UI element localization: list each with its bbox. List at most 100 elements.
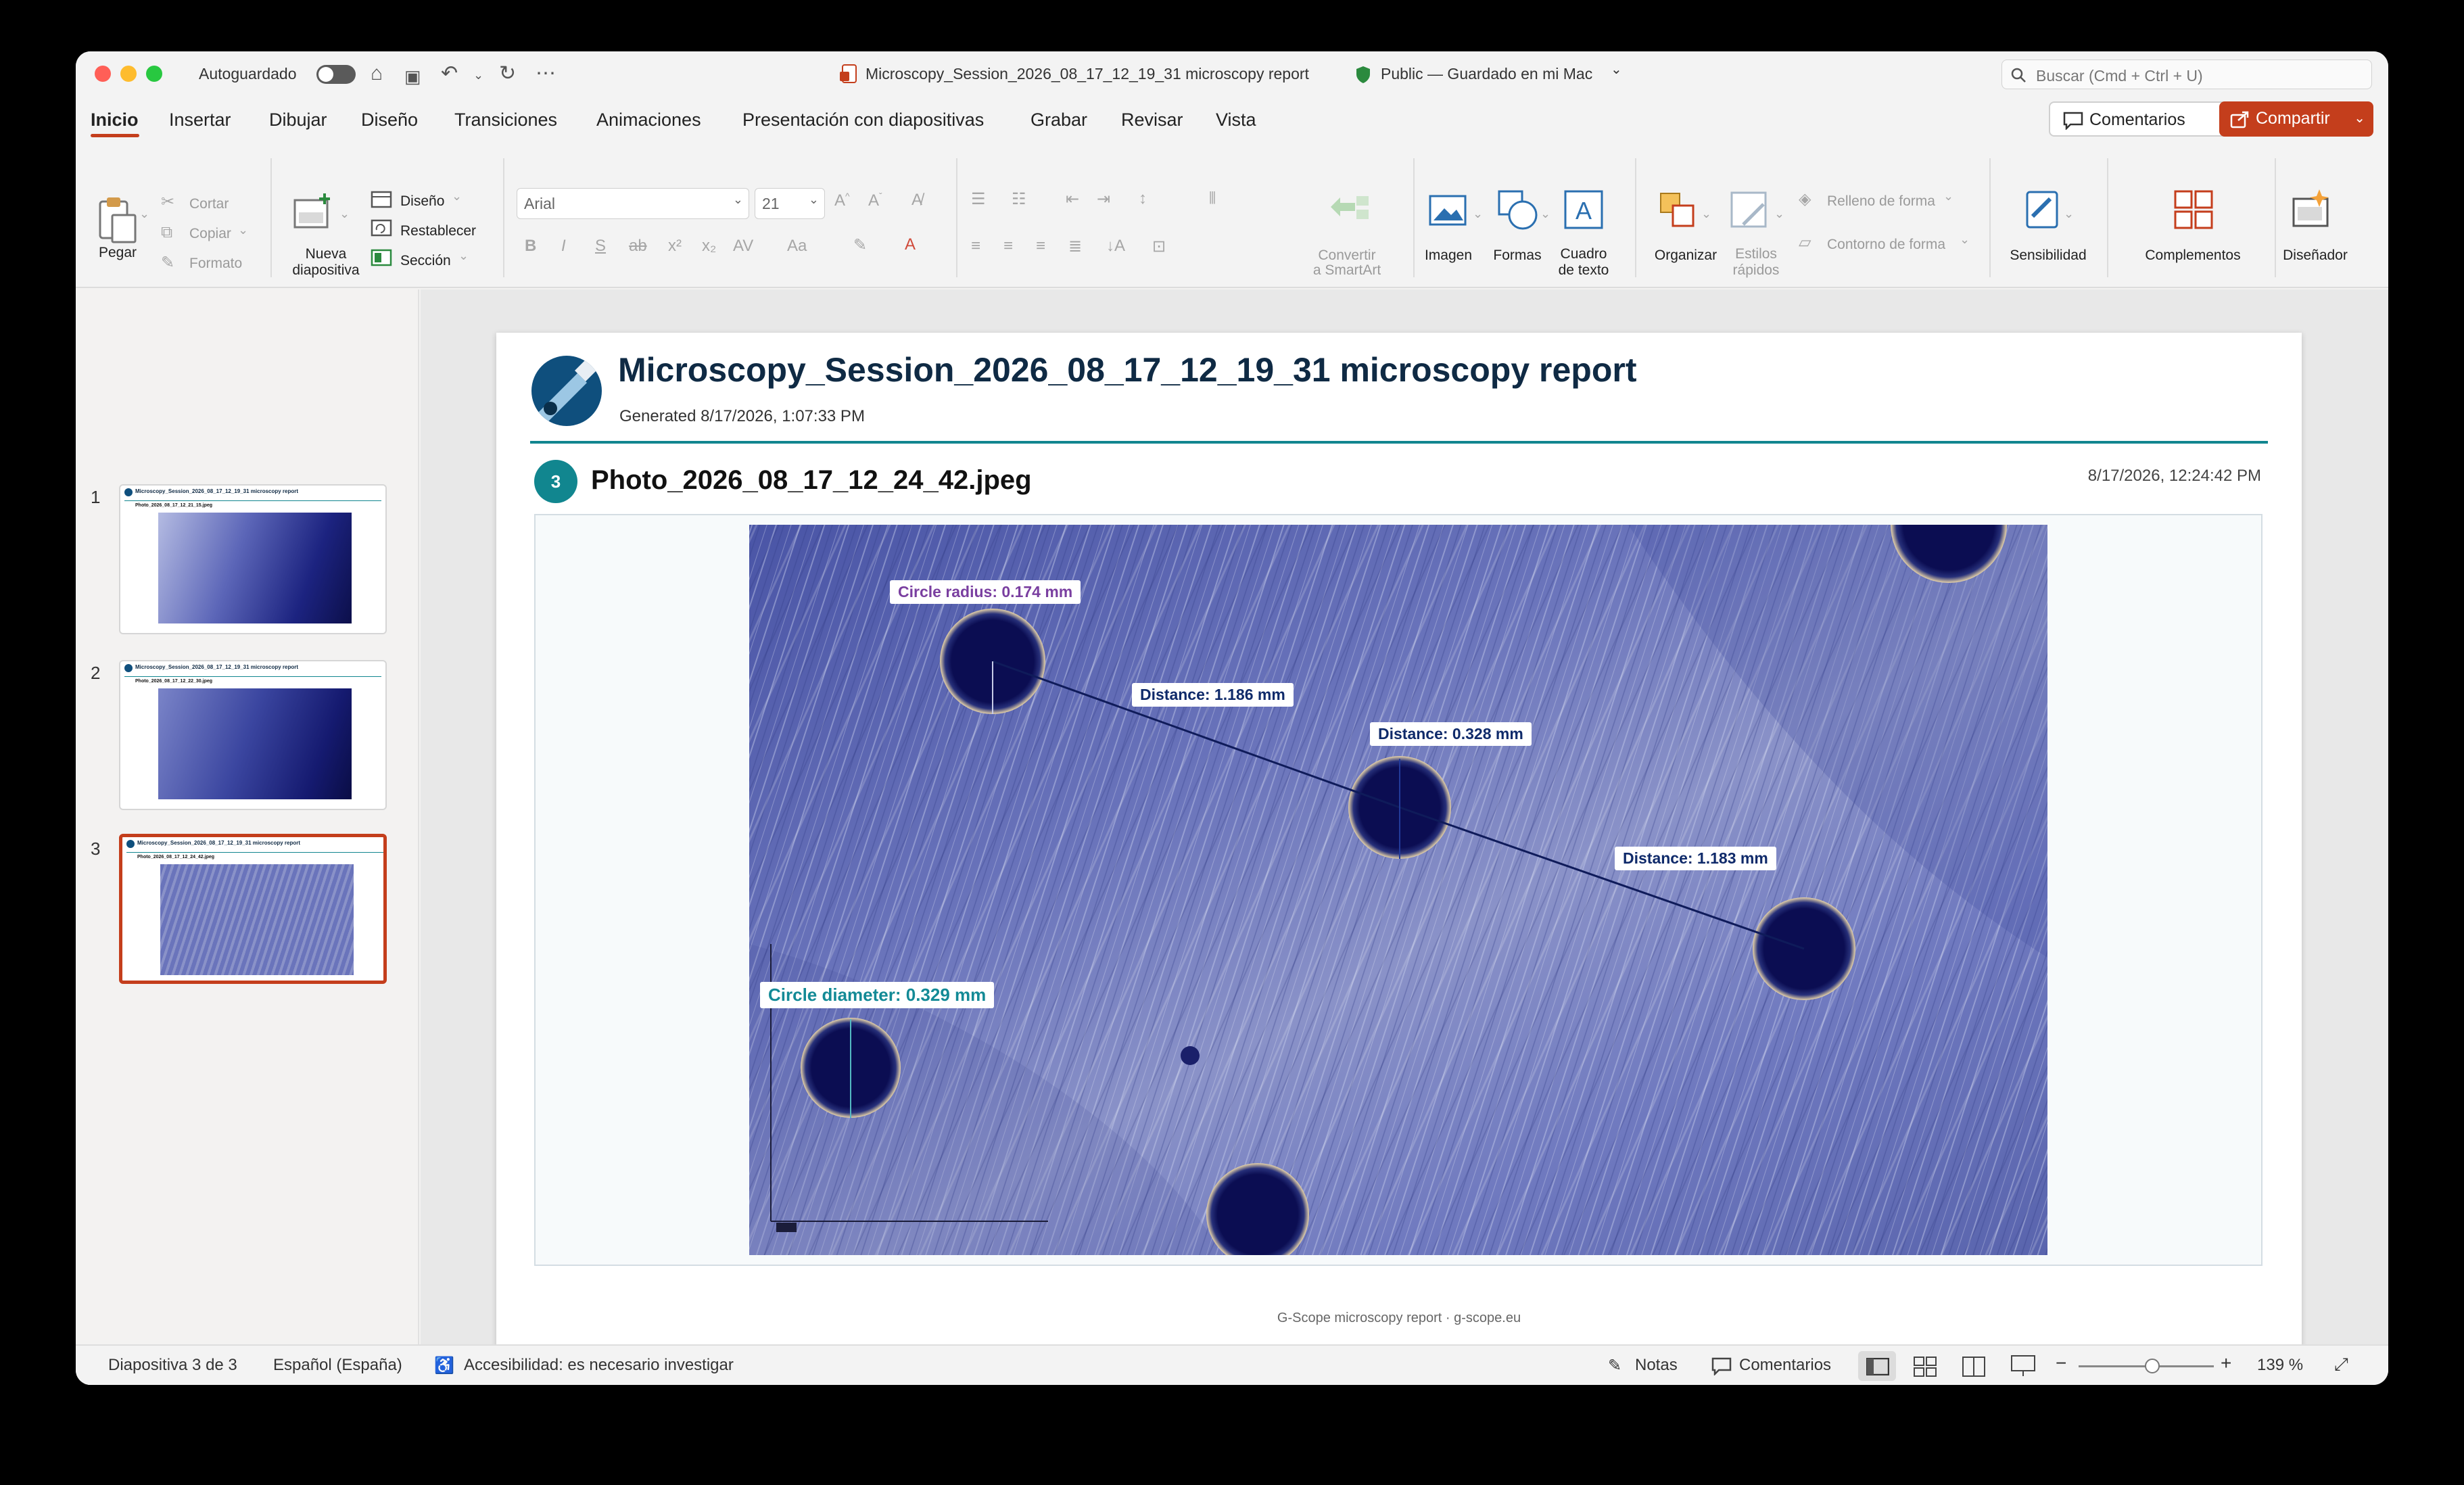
arrange-icon[interactable] [1658, 191, 1699, 231]
circle-diameter-label[interactable]: Circle diameter: 0.329 mm [760, 982, 995, 1008]
document-status[interactable]: Public — Guardado en mi Mac [1381, 65, 1592, 83]
paste-button[interactable]: Pegar [99, 245, 137, 261]
distance-label-1[interactable]: Distance: 1.186 mm [1132, 683, 1294, 707]
autosave-toggle[interactable] [316, 65, 356, 84]
fit-to-window-icon[interactable]: ⤢ [2334, 1354, 2348, 1375]
font-color-icon[interactable]: A [905, 235, 916, 254]
home-icon[interactable]: ⌂ [371, 61, 383, 87]
quick-styles-line2[interactable]: rápidos [1719, 262, 1793, 279]
shape-fill-button[interactable]: Relleno de forma [1827, 193, 1935, 210]
new-slide-icon[interactable] [292, 192, 335, 233]
layout-dropdown-icon[interactable]: ⌄ [452, 189, 462, 204]
layout-button[interactable]: Diseño [400, 193, 444, 210]
zoom-level[interactable]: 139 % [2257, 1356, 2303, 1375]
slide-thumbnail-1[interactable]: Microscopy_Session_2026_08_17_12_19_31 m… [119, 484, 387, 634]
addins-icon[interactable] [2173, 189, 2215, 231]
subscript-icon[interactable]: x₂ [702, 237, 716, 256]
bullets-icon[interactable]: ☰ [971, 189, 986, 209]
textbox-icon[interactable]: A [1563, 189, 1604, 230]
search-input[interactable]: Buscar (Cmd + Ctrl + U) [2036, 67, 2203, 85]
search-box[interactable]: Buscar (Cmd + Ctrl + U) [2001, 60, 2372, 89]
shape-outline-dropdown-icon[interactable]: ⌄ [1960, 233, 1970, 247]
clear-formatting-icon[interactable]: A̸ [911, 191, 922, 210]
align-center-icon[interactable]: ≡ [1003, 237, 1013, 256]
line-spacing-icon[interactable]: ↕ [1139, 189, 1147, 208]
convert-smartart-icon[interactable] [1328, 191, 1371, 225]
textbox-line2[interactable]: de texto [1550, 262, 1617, 279]
share-button[interactable]: Compartir ⌄ [2219, 101, 2373, 137]
align-right-icon[interactable]: ≡ [1036, 237, 1045, 256]
strikethrough-icon[interactable]: ab [629, 237, 647, 256]
language-indicator[interactable]: Español (España) [273, 1356, 402, 1375]
zoom-window-button[interactable] [146, 66, 162, 82]
zoom-in-button[interactable]: + [2221, 1352, 2231, 1374]
tab-insertar[interactable]: Insertar [169, 110, 231, 131]
sensitivity-icon[interactable] [2023, 189, 2061, 230]
tab-presentacion[interactable]: Presentación con diapositivas [742, 110, 984, 131]
arrange-dropdown-icon[interactable]: ⌄ [1701, 207, 1711, 221]
arrange-button[interactable]: Organizar [1649, 248, 1723, 264]
slide-3[interactable]: Microscopy_Session_2026_08_17_12_19_31 m… [496, 333, 2302, 1348]
save-icon[interactable]: ▣ [404, 64, 421, 89]
share-dropdown-icon[interactable]: ⌄ [2354, 101, 2365, 135]
normal-view-button[interactable] [1858, 1351, 1896, 1381]
paste-icon[interactable] [97, 195, 138, 243]
cut-button[interactable]: Cortar [189, 196, 229, 212]
new-slide-dropdown-icon[interactable]: ⌄ [339, 207, 350, 221]
increase-font-icon[interactable]: A^ [834, 191, 850, 210]
font-name-dropdown-icon[interactable]: ⌄ [733, 193, 743, 207]
slide-thumbnail-2[interactable]: Microscopy_Session_2026_08_17_12_19_31 m… [119, 660, 387, 810]
circle-radius-label[interactable]: Circle radius: 0.174 mm [890, 580, 1081, 604]
shape-fill-dropdown-icon[interactable]: ⌄ [1943, 189, 1953, 204]
justify-icon[interactable]: ≣ [1068, 237, 1082, 256]
convert-smartart-line1[interactable]: Convertir [1300, 248, 1394, 264]
new-slide-button-line2[interactable]: diapositiva [279, 262, 373, 279]
sensitivity-dropdown-icon[interactable]: ⌄ [2064, 207, 2074, 221]
tab-grabar[interactable]: Grabar [1030, 110, 1087, 131]
shapes-button[interactable]: Formas [1490, 248, 1544, 264]
tab-revisar[interactable]: Revisar [1121, 110, 1183, 131]
font-size-combo[interactable]: 21 ⌄ [755, 188, 825, 219]
change-case-icon[interactable]: Aa [787, 237, 807, 256]
font-size-dropdown-icon[interactable]: ⌄ [809, 193, 819, 207]
designer-icon[interactable] [2290, 188, 2333, 231]
more-icon[interactable]: ⋯ [536, 61, 556, 87]
copy-button[interactable]: Copiar [189, 226, 231, 242]
shapes-icon[interactable] [1497, 189, 1539, 230]
character-spacing-icon[interactable]: AV [733, 237, 753, 256]
image-icon[interactable] [1428, 192, 1469, 229]
image-dropdown-icon[interactable]: ⌄ [1473, 207, 1483, 221]
undo-dropdown-icon[interactable]: ⌄ [473, 62, 483, 88]
status-comments-button[interactable]: Comentarios [1739, 1356, 1831, 1375]
addins-button[interactable]: Complementos [2122, 248, 2264, 264]
zoom-out-button[interactable]: − [2056, 1352, 2066, 1374]
shape-outline-button[interactable]: Contorno de forma [1827, 237, 1945, 253]
format-painter-button[interactable]: Formato [189, 256, 242, 272]
reading-view-icon[interactable] [1962, 1357, 1985, 1377]
bold-icon[interactable]: B [525, 237, 536, 256]
convert-smartart-line2[interactable]: a SmartArt [1300, 262, 1394, 279]
numbering-icon[interactable]: ☷ [1012, 189, 1026, 209]
redo-icon[interactable]: ↻ [499, 61, 516, 87]
shapes-dropdown-icon[interactable]: ⌄ [1540, 207, 1550, 221]
tab-transiciones[interactable]: Transiciones [454, 110, 557, 131]
quick-styles-dropdown-icon[interactable]: ⌄ [1774, 207, 1784, 221]
slideshow-icon[interactable] [2011, 1355, 2035, 1377]
undo-icon[interactable]: ↶ [441, 61, 458, 87]
notes-button[interactable]: Notas [1635, 1356, 1678, 1375]
close-window-button[interactable] [95, 66, 111, 82]
font-name-combo[interactable]: Arial ⌄ [517, 188, 749, 219]
underline-icon[interactable]: S [595, 237, 606, 256]
distance-label-2[interactable]: Distance: 0.328 mm [1370, 722, 1532, 746]
superscript-icon[interactable]: x² [668, 237, 682, 256]
status-dropdown-icon[interactable]: ⌄ [1611, 61, 1622, 78]
italic-icon[interactable]: I [561, 237, 566, 256]
slide-thumbnail-3[interactable]: Microscopy_Session_2026_08_17_12_19_31 m… [119, 834, 387, 984]
quick-styles-line1[interactable]: Estilos [1719, 246, 1793, 262]
tab-dibujar[interactable]: Dibujar [269, 110, 327, 131]
decrease-indent-icon[interactable]: ⇤ [1066, 189, 1079, 209]
columns-icon[interactable]: ⫴ [1209, 189, 1216, 208]
accessibility-status[interactable]: Accesibilidad: es necesario investigar [464, 1356, 734, 1375]
tab-inicio[interactable]: Inicio [91, 110, 139, 131]
decrease-font-icon[interactable]: Aˇ [868, 191, 882, 210]
